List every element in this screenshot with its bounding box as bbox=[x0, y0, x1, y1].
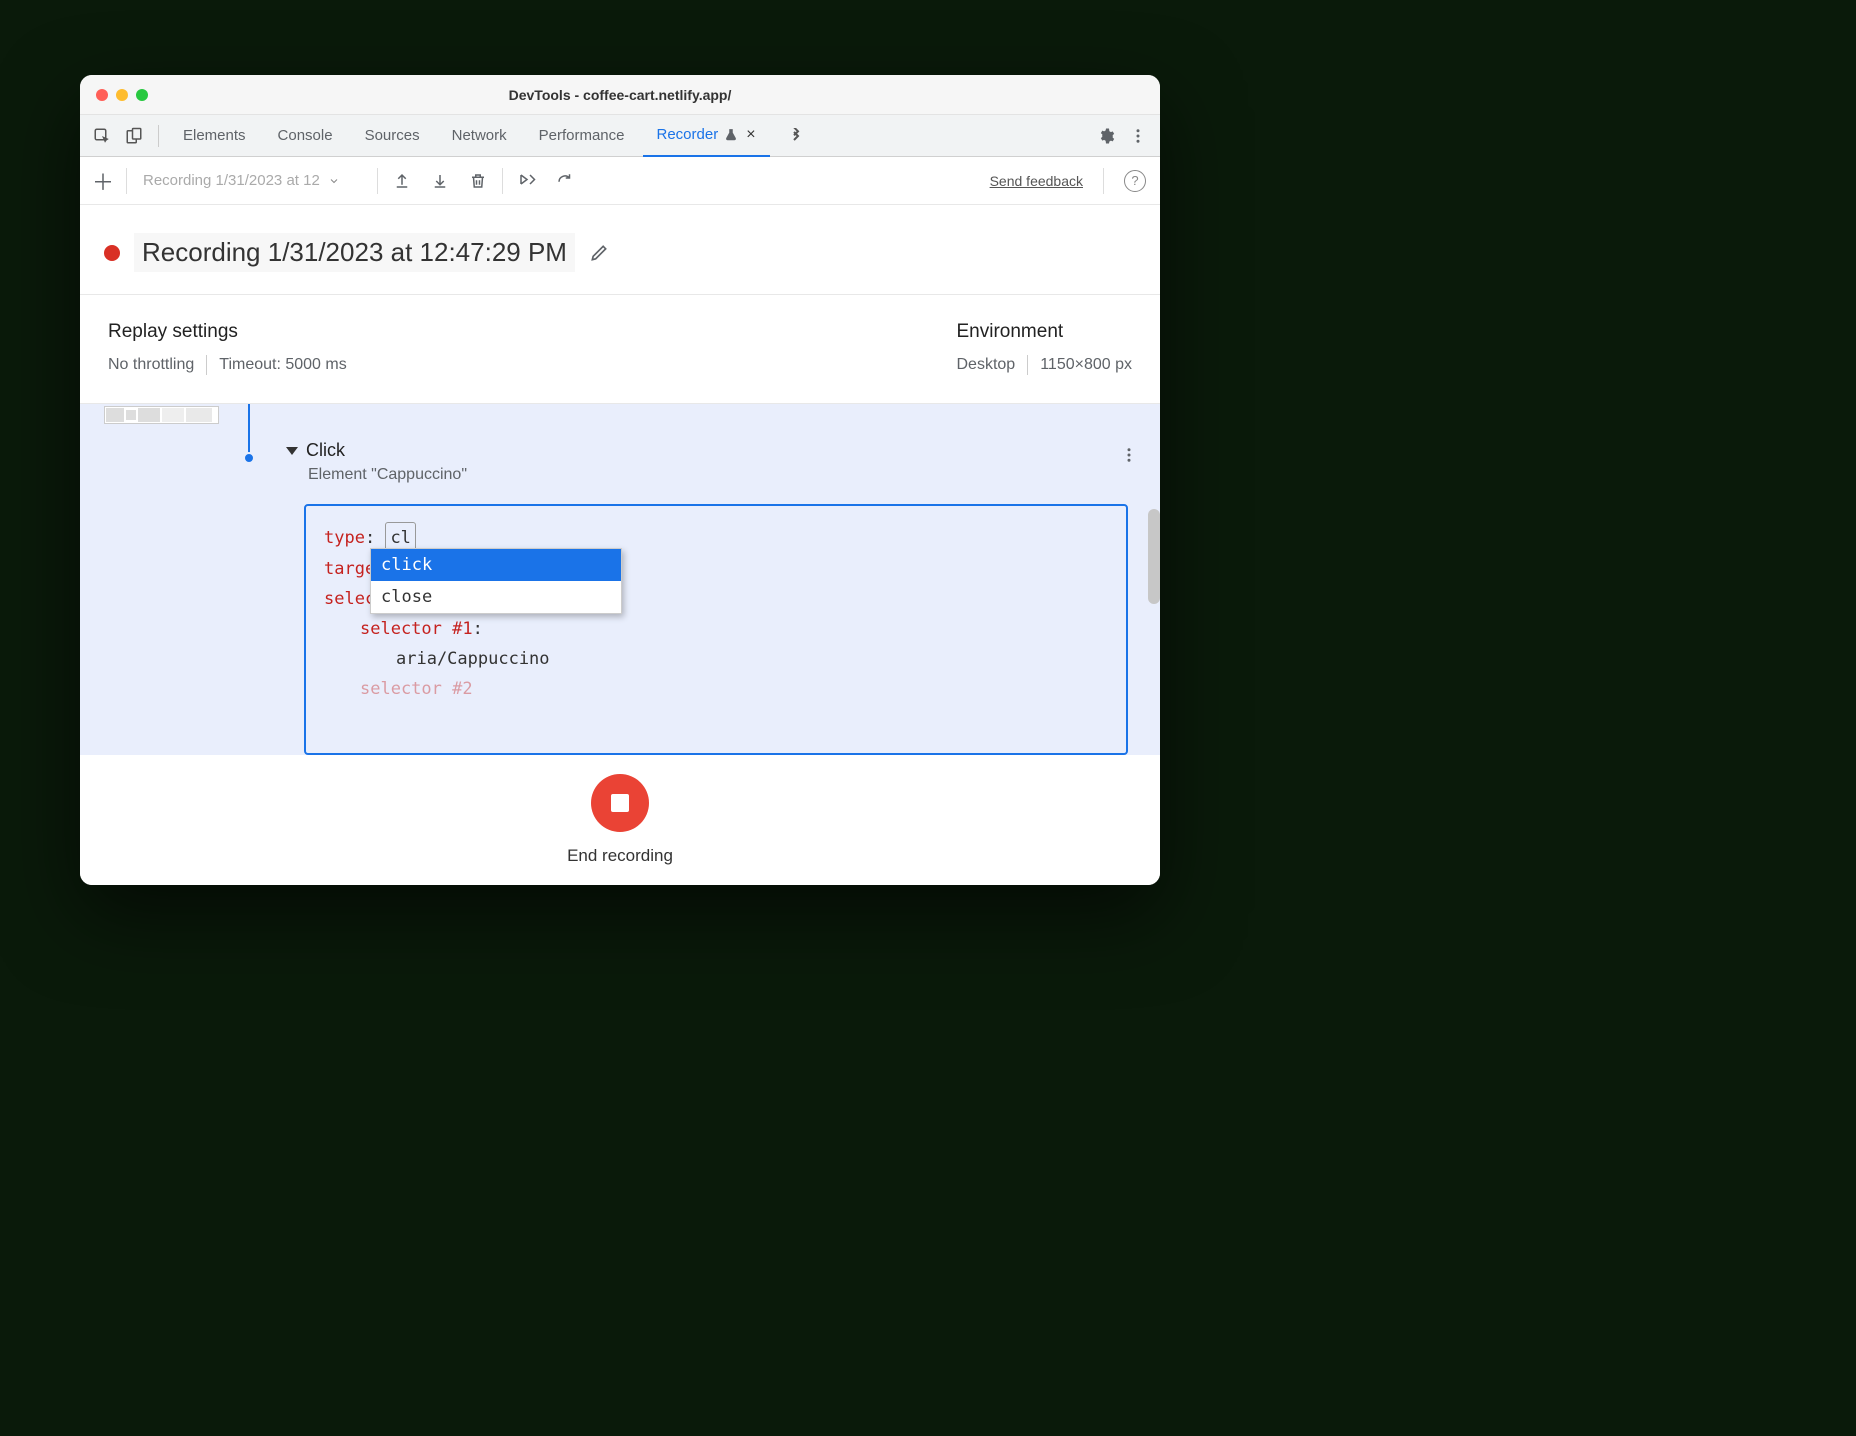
footer: End recording bbox=[80, 755, 1160, 885]
environment-values: Desktop 1150×800 px bbox=[957, 355, 1133, 375]
kebab-menu-icon[interactable] bbox=[1124, 122, 1152, 150]
tab-network[interactable]: Network bbox=[438, 115, 521, 157]
step-details-box: type: cl target select selector #1: aria… bbox=[304, 504, 1128, 755]
devtools-window: DevTools - coffee-cart.netlify.app/ Elem… bbox=[80, 75, 1160, 885]
tab-label: Network bbox=[452, 127, 507, 144]
autocomplete-popup: click close bbox=[370, 548, 622, 614]
device-value: Desktop bbox=[957, 356, 1016, 374]
divider bbox=[126, 168, 127, 194]
autocomplete-option[interactable]: click bbox=[371, 549, 621, 581]
inspect-element-icon[interactable] bbox=[88, 122, 116, 150]
settings-gear-icon[interactable] bbox=[1092, 122, 1120, 150]
replay-settings-values: No throttling Timeout: 5000 ms bbox=[108, 355, 347, 375]
divider bbox=[206, 355, 207, 375]
throttling-value[interactable]: No throttling bbox=[108, 356, 194, 374]
tab-recorder[interactable]: Recorder × bbox=[643, 115, 770, 157]
recording-title-row: Recording 1/31/2023 at 12:47:29 PM bbox=[80, 205, 1160, 295]
recording-selector-label: Recording 1/31/2023 at 12 bbox=[143, 172, 320, 189]
step-over-icon[interactable] bbox=[513, 167, 541, 195]
divider bbox=[158, 125, 159, 147]
selector1-key: selector #1 bbox=[360, 619, 473, 639]
more-tabs-icon[interactable] bbox=[782, 122, 810, 150]
environment-heading: Environment bbox=[957, 321, 1133, 343]
edit-title-icon[interactable] bbox=[589, 243, 609, 263]
divider bbox=[1103, 168, 1104, 194]
divider bbox=[377, 168, 378, 194]
recording-title: Recording 1/31/2023 at 12:47:29 PM bbox=[134, 233, 575, 272]
stop-icon bbox=[611, 794, 629, 812]
caret-down-icon bbox=[286, 447, 298, 455]
replay-speed-icon[interactable] bbox=[551, 167, 579, 195]
import-icon[interactable] bbox=[426, 167, 454, 195]
autocomplete-option[interactable]: close bbox=[371, 581, 621, 613]
tab-label: Performance bbox=[539, 127, 625, 144]
tab-label: Recorder bbox=[657, 126, 719, 143]
step-area: Click Element "Cappuccino" type: cl targ… bbox=[80, 404, 1160, 755]
tab-performance[interactable]: Performance bbox=[525, 115, 639, 157]
tab-sources[interactable]: Sources bbox=[351, 115, 434, 157]
environment-settings: Environment Desktop 1150×800 px bbox=[957, 321, 1133, 375]
recorder-toolbar: ＋ Recording 1/31/2023 at 12 Send feedbac… bbox=[80, 157, 1160, 205]
chevron-down-icon bbox=[328, 175, 340, 187]
delete-icon[interactable] bbox=[464, 167, 492, 195]
settings-row: Replay settings No throttling Timeout: 5… bbox=[80, 295, 1160, 404]
divider bbox=[502, 168, 503, 194]
divider bbox=[1027, 355, 1028, 375]
export-icon[interactable] bbox=[388, 167, 416, 195]
type-key: type bbox=[324, 528, 365, 548]
viewport-value: 1150×800 px bbox=[1040, 356, 1132, 374]
tab-elements[interactable]: Elements bbox=[169, 115, 260, 157]
help-icon[interactable]: ? bbox=[1124, 170, 1146, 192]
timeline-line bbox=[248, 404, 250, 456]
step-subtitle: Element "Cappuccino" bbox=[308, 466, 467, 484]
selector1-value[interactable]: aria/Cappuccino bbox=[396, 649, 550, 669]
recording-selector[interactable]: Recording 1/31/2023 at 12 bbox=[137, 172, 367, 189]
flask-icon bbox=[724, 128, 738, 142]
device-toolbar-icon[interactable] bbox=[120, 122, 148, 150]
step-more-icon[interactable] bbox=[1120, 446, 1138, 464]
close-tab-icon[interactable]: × bbox=[746, 126, 755, 144]
send-feedback-link[interactable]: Send feedback bbox=[990, 173, 1083, 189]
scrollbar[interactable] bbox=[1148, 509, 1160, 604]
tabbar: Elements Console Sources Network Perform… bbox=[80, 115, 1160, 157]
screenshot-thumbnail[interactable] bbox=[104, 406, 219, 424]
selector2-key: selector #2 bbox=[360, 679, 473, 699]
end-recording-button[interactable] bbox=[591, 774, 649, 832]
recording-indicator-icon bbox=[104, 245, 120, 261]
replay-settings-heading: Replay settings bbox=[108, 321, 347, 343]
step-title: Click bbox=[306, 440, 345, 461]
new-recording-button[interactable]: ＋ bbox=[90, 168, 116, 194]
replay-settings: Replay settings No throttling Timeout: 5… bbox=[108, 321, 347, 375]
tab-console[interactable]: Console bbox=[264, 115, 347, 157]
end-recording-label: End recording bbox=[567, 846, 673, 866]
step-header[interactable]: Click bbox=[286, 440, 345, 461]
tab-label: Sources bbox=[365, 127, 420, 144]
titlebar: DevTools - coffee-cart.netlify.app/ bbox=[80, 75, 1160, 115]
window-title: DevTools - coffee-cart.netlify.app/ bbox=[80, 87, 1160, 103]
tab-label: Console bbox=[278, 127, 333, 144]
tab-label: Elements bbox=[183, 127, 246, 144]
timeline-dot bbox=[243, 452, 255, 464]
timeout-value[interactable]: Timeout: 5000 ms bbox=[219, 356, 346, 374]
